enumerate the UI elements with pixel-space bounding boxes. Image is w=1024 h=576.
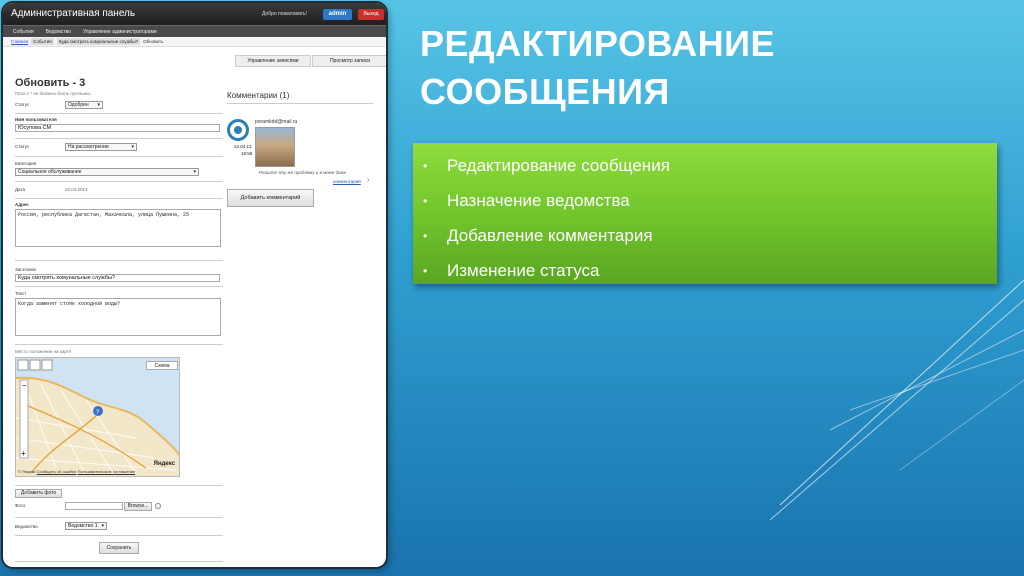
divider [15, 113, 223, 114]
status2-label: Статус [15, 144, 30, 149]
map-image: − + ? [16, 358, 179, 476]
map-report-link[interactable]: Сообщить об ошибке [37, 469, 77, 474]
nav-item-departments[interactable]: Ведомство [46, 29, 71, 35]
status-select[interactable]: Одобрен [65, 101, 103, 109]
divider [15, 198, 223, 199]
divider [15, 156, 223, 157]
nav-item-events[interactable]: События [13, 29, 34, 35]
status2-select[interactable]: На рассмотрении [65, 143, 137, 151]
username-field[interactable]: Юсупова СМ [15, 124, 220, 132]
photo-label: Фото [15, 503, 26, 508]
main-nav: События Ведомство Управление администрат… [3, 25, 386, 37]
bullet-item: • Добавление комментария [423, 226, 653, 245]
divider [15, 535, 223, 536]
location-map[interactable]: − + ? Схема Яндекс © Яндекс Сообщить об … [15, 357, 180, 477]
slide-title-line1: РЕДАКТИРОВАНИЕ [420, 23, 776, 64]
comments-heading: Комментарии (1) [227, 91, 373, 104]
app-title: Административная панель [11, 8, 136, 19]
subject-label: Заголовок [15, 267, 37, 272]
bullet-item: • Назначение ведомства [423, 191, 630, 210]
manage-records-button[interactable]: Управление записями [235, 55, 311, 67]
welcome-text: Добро пожаловать! [262, 11, 307, 17]
breadcrumb: Главная События Куда смотрять комунальны… [3, 37, 386, 47]
comment-time: 19:58 [241, 151, 253, 156]
date-value: 22.04.2013 [65, 187, 88, 192]
divider [15, 181, 223, 182]
breadcrumb-item[interactable]: Куда смотрять комунальные службы? [56, 38, 141, 45]
comments-panel: Комментарии (1) poramkdd@mail.ru 22.04.1… [227, 91, 373, 207]
form-note: Поля с * не должны быть пустыми. [15, 91, 92, 96]
admin-screenshot: Административная панель Добро пожаловать… [3, 3, 386, 567]
breadcrumb-home[interactable]: Главная [11, 39, 28, 44]
exit-button[interactable]: Выход [358, 9, 384, 20]
slide-title: РЕДАКТИРОВАНИЕ СООБЩЕНИЯ [420, 20, 800, 116]
bullet-item: • Редактирование сообщения [423, 156, 670, 175]
breadcrumb-current: Обновить [143, 39, 164, 44]
divider [15, 138, 223, 139]
subject-field[interactable]: Куда смотрять комунальные службы? [15, 274, 220, 282]
user-button[interactable]: admin [323, 9, 352, 20]
divider [15, 286, 223, 287]
svg-text:−: − [22, 381, 27, 390]
comment-email: poramkdd@mail.ru [255, 119, 298, 125]
map-terms-link[interactable]: Пользовательское соглашение [78, 469, 136, 474]
department-label: Ведомство [15, 524, 38, 529]
save-button[interactable]: Сохранить [99, 542, 139, 554]
comment-photo [255, 127, 295, 167]
category-select[interactable]: Социальное обслуживание [15, 168, 199, 176]
chevron-right-icon[interactable]: › [367, 177, 369, 184]
map-footer: © Яндекс Сообщить об ошибке Пользователь… [18, 469, 136, 474]
app-header: Административная панель Добро пожаловать… [3, 3, 386, 25]
divider [15, 344, 223, 345]
divider [15, 561, 223, 562]
add-photo-button[interactable]: Добавить фото [15, 489, 62, 498]
text-field[interactable]: Когда заменят стояк холодной воды? [15, 298, 221, 336]
svg-text:+: + [21, 449, 26, 458]
username-label: Имя пользователя [15, 117, 57, 122]
text-label: Текст [15, 291, 27, 296]
comment-reply-link[interactable]: комментарий [333, 179, 361, 184]
nav-item-admins[interactable]: Управление администраторами [83, 29, 157, 35]
map-type-select[interactable]: Схема [146, 361, 178, 370]
status-label: Статус [15, 102, 30, 107]
edit-form: Обновить - 3 Поля с * не должны быть пус… [15, 77, 223, 562]
comment-date: 22.04.13 [234, 144, 252, 149]
record-actions: Управление записями Просмотр записи [235, 55, 386, 67]
comment-text: Решите эту же проблему и в моем доме [259, 170, 347, 175]
date-label: Дата [15, 187, 25, 192]
divider [15, 485, 223, 486]
view-record-button[interactable]: Просмотр записи [312, 55, 386, 67]
address-field[interactable]: Россия, республика Дагестан, Махачкала, … [15, 209, 221, 247]
browse-button[interactable]: Browse... [124, 502, 152, 511]
add-comment-button[interactable]: Добавить комментарий [227, 189, 314, 207]
bullet-item: • Изменение статуса [423, 261, 600, 280]
breadcrumb-events[interactable]: События [31, 38, 54, 45]
photo-radio[interactable] [155, 503, 161, 509]
avatar [227, 119, 249, 141]
bullet-box: • Редактирование сообщения • Назначение ве… [413, 143, 997, 284]
photo-file-input[interactable] [65, 502, 123, 510]
address-label: Адрес [15, 202, 29, 207]
category-label: Категория [15, 161, 37, 166]
form-heading: Обновить - 3 [15, 77, 86, 89]
map-brand: Яндекс [153, 461, 175, 467]
map-label: Место положение на карте [15, 349, 72, 354]
slide-title-line2: СООБЩЕНИЯ [420, 71, 670, 112]
divider [15, 517, 223, 518]
department-select[interactable]: Ведомство 1 [65, 522, 107, 530]
divider [15, 260, 223, 261]
